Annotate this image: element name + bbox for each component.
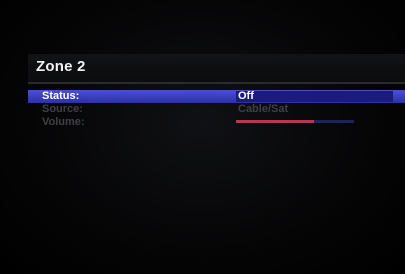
volume-level-fill [236,120,314,123]
volume-label: Volume: [42,116,85,128]
status-value-box [236,91,393,102]
volume-row[interactable]: Volume: [28,116,405,129]
status-row[interactable]: Status: Off [28,90,405,103]
volume-slider[interactable] [236,120,354,123]
zone2-menu-screen: Zone 2 Status: Off Source: Cable/Sat Vol… [0,0,405,274]
status-label: Status: [42,90,80,102]
title-divider [28,82,405,84]
source-label: Source: [42,103,83,115]
menu-title: Zone 2 [36,58,86,75]
status-value: Off [238,90,254,102]
source-row[interactable]: Source: Cable/Sat [28,103,405,116]
source-value: Cable/Sat [238,103,289,115]
